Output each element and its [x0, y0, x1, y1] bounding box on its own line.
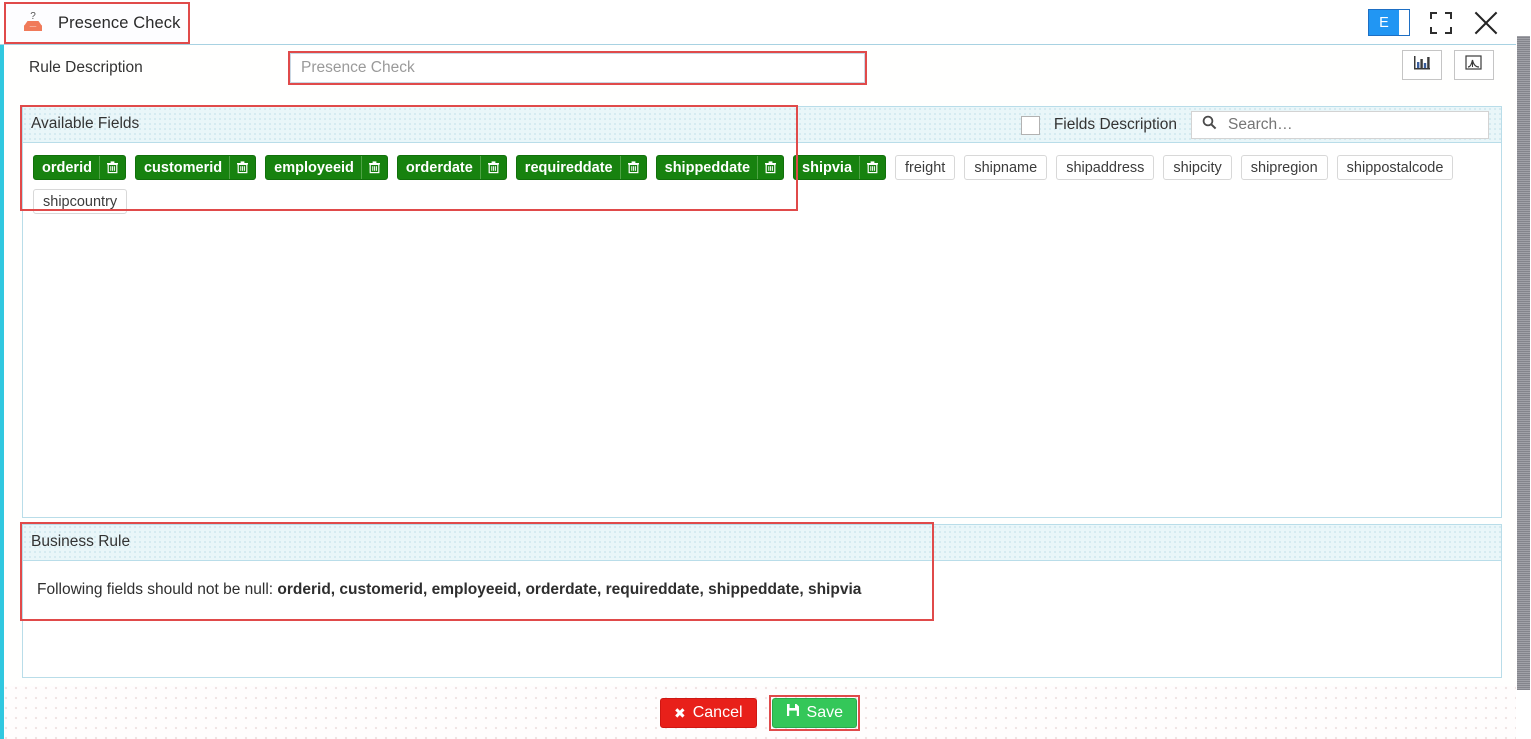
rule-description-row: Rule Description — [0, 46, 1516, 94]
trash-icon[interactable] — [757, 156, 783, 179]
cross-icon: ✖ — [673, 704, 686, 721]
trash-icon[interactable] — [619, 156, 646, 179]
bar-chart-icon — [1413, 55, 1431, 76]
dialog-footer: ✖ Cancel Save — [4, 686, 1516, 739]
available-field-tag[interactable]: freight — [895, 155, 956, 180]
selected-field-label: customerid — [143, 159, 223, 176]
fields-tag-list: orderid customerid employeeid orderdate requ… — [23, 143, 1501, 214]
available-fields-title: Available Fields — [31, 115, 140, 132]
trash-icon[interactable] — [360, 156, 387, 179]
available-fields-panel: Available Fields Fields Description orde… — [22, 106, 1502, 518]
rule-description-input[interactable] — [290, 53, 865, 83]
save-button-label: Save — [806, 703, 843, 721]
trash-icon[interactable] — [479, 156, 506, 179]
fields-header-controls: Fields Description — [1020, 111, 1489, 139]
save-button-highlight: Save — [768, 694, 860, 731]
svg-text:?: ? — [30, 11, 36, 22]
tab-presence-check[interactable]: ? Presence Check — [4, 2, 190, 44]
selected-field-tag[interactable]: employeeid — [265, 155, 388, 180]
rule-description-label: Rule Description — [29, 59, 143, 76]
status-badge-strip — [1399, 10, 1409, 35]
vertical-scrollbar[interactable] — [1516, 0, 1531, 739]
bar-chart-button[interactable] — [1402, 50, 1442, 80]
available-fields-header: Available Fields Fields Description — [23, 107, 1501, 143]
business-rule-panel: Business Rule Following fields should no… — [22, 524, 1502, 678]
business-rule-fields: orderid, customerid, employeeid, orderda… — [277, 581, 862, 598]
presence-check-dialog: ? Presence Check E Rule Description Pres… — [0, 0, 1531, 739]
title-bar: ? Presence Check E — [0, 0, 1516, 45]
trash-icon[interactable] — [229, 156, 255, 179]
close-icon[interactable] — [1472, 9, 1500, 37]
save-button[interactable]: Save — [771, 697, 857, 728]
inbox-question-icon: ? — [20, 10, 46, 36]
search-input[interactable] — [1226, 112, 1488, 138]
chart-toolbar — [1402, 50, 1494, 80]
selected-field-tag[interactable]: orderdate — [396, 155, 507, 180]
selected-field-label: shippeddate — [664, 159, 751, 176]
selected-field-label: requireddate — [524, 159, 613, 176]
tab-label: Presence Check — [58, 13, 181, 32]
selected-field-label: orderid — [42, 159, 92, 176]
selected-field-tag[interactable]: customerid — [134, 155, 257, 180]
left-accent-rail — [0, 0, 4, 739]
available-field-tag[interactable]: shipaddress — [1056, 155, 1155, 180]
available-field-tag[interactable]: shipname — [964, 155, 1048, 180]
available-field-tag[interactable]: shipregion — [1240, 155, 1328, 180]
available-field-tag[interactable]: shipcountry — [33, 189, 128, 214]
trash-icon[interactable] — [859, 156, 885, 179]
distribution-chart-button[interactable] — [1454, 50, 1494, 80]
search-box[interactable] — [1191, 111, 1489, 139]
available-field-tag[interactable]: shipcity — [1163, 155, 1232, 180]
business-rule-prefix: Following fields should not be null: — [37, 581, 274, 598]
selected-field-label: shipvia — [802, 159, 853, 176]
business-rule-header: Business Rule — [23, 525, 1501, 561]
floppy-disk-icon — [786, 703, 800, 722]
fields-description-checkbox[interactable] — [1020, 115, 1040, 135]
cancel-button[interactable]: ✖ Cancel — [659, 697, 757, 728]
cancel-button-label: Cancel — [692, 703, 743, 721]
status-badge[interactable]: E — [1368, 9, 1410, 36]
selected-field-tag[interactable]: shippeddate — [655, 155, 785, 180]
selected-field-tag[interactable]: shipvia — [793, 155, 887, 180]
trash-icon[interactable] — [98, 156, 125, 179]
rule-description-input-highlight — [288, 51, 867, 85]
distribution-chart-icon — [1465, 54, 1483, 76]
selected-field-label: orderdate — [405, 159, 473, 176]
selected-field-tag[interactable]: orderid — [33, 155, 126, 180]
selected-field-tag[interactable]: requireddate — [515, 155, 647, 180]
maximize-icon[interactable] — [1430, 11, 1452, 34]
scrollbar-thumb[interactable] — [1517, 36, 1530, 690]
status-badge-label: E — [1369, 10, 1399, 35]
business-rule-text: Following fields should not be null: ord… — [23, 561, 1501, 599]
business-rule-title: Business Rule — [31, 533, 131, 550]
fields-description-label: Fields Description — [1053, 116, 1177, 133]
selected-field-label: employeeid — [274, 159, 354, 176]
available-field-tag[interactable]: shippostalcode — [1336, 155, 1454, 180]
search-icon — [1202, 115, 1217, 135]
window-controls: E — [1368, 0, 1516, 45]
